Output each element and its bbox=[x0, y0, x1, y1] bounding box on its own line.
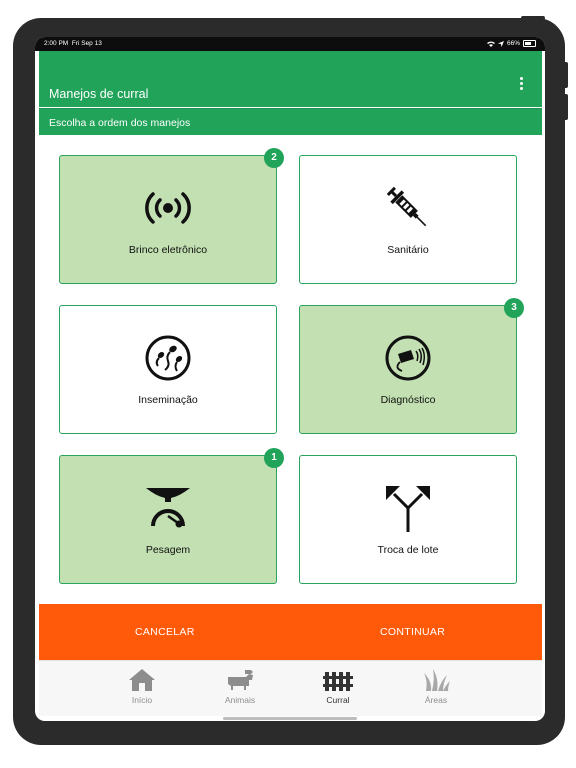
nav-label: Animais bbox=[224, 695, 256, 705]
battery-icon bbox=[523, 40, 536, 47]
card-sanitario[interactable]: Sanitário bbox=[299, 155, 517, 284]
card-pesagem[interactable]: 1 Pesagem bbox=[59, 448, 284, 584]
continue-button[interactable]: CONTINUAR bbox=[380, 626, 445, 638]
location-icon bbox=[497, 40, 504, 47]
card-label: Pesagem bbox=[145, 544, 191, 556]
grass-icon bbox=[424, 669, 450, 691]
animals-icon bbox=[228, 670, 253, 690]
card-diagnostico[interactable]: 3 Diagnóstico bbox=[299, 298, 524, 434]
volume-up-button bbox=[563, 62, 568, 88]
ultrasound-probe-icon bbox=[385, 335, 431, 381]
volume-down-button bbox=[563, 94, 568, 120]
nav-label: Início bbox=[131, 695, 153, 705]
power-button bbox=[521, 16, 545, 20]
screen: 2:00 PM Fri Sep 13 66% Manejos de curral… bbox=[35, 37, 545, 721]
status-time-date: 2:00 PM Fri Sep 13 bbox=[44, 40, 102, 47]
nav-label: Curral bbox=[326, 695, 350, 705]
action-bar: CANCELAR CONTINUAR bbox=[39, 604, 542, 660]
nav-label: Áreas bbox=[424, 695, 448, 705]
nav-item-curral[interactable]: Curral bbox=[303, 667, 373, 705]
rfid-signal-icon bbox=[145, 192, 191, 224]
card-label: Diagnóstico bbox=[380, 394, 436, 406]
page-title: Manejos de curral bbox=[49, 87, 149, 101]
house-icon bbox=[129, 669, 155, 691]
card-brinco-eletronico[interactable]: 2 Brinco eletrônico bbox=[59, 148, 284, 284]
order-badge: 1 bbox=[264, 448, 284, 468]
app-bar: Manejos de curral bbox=[39, 51, 542, 107]
wifi-icon bbox=[486, 41, 495, 47]
card-label: Troca de lote bbox=[377, 544, 439, 556]
handling-grid: 2 Brinco eletrônico Sanitário Inseminaçã… bbox=[39, 135, 542, 603]
status-date: Fri Sep 13 bbox=[71, 40, 102, 47]
status-time: 2:00 PM bbox=[44, 40, 69, 47]
status-indicators: 66% bbox=[486, 40, 536, 47]
battery-percent: 66% bbox=[506, 40, 520, 47]
card-label: Sanitário bbox=[387, 244, 429, 256]
card-label: Inseminação bbox=[138, 394, 198, 406]
syringe-icon bbox=[386, 186, 427, 227]
sperm-icon bbox=[145, 335, 191, 381]
order-badge: 2 bbox=[264, 148, 284, 168]
nav-item-inicio[interactable]: Início bbox=[107, 667, 177, 705]
home-indicator bbox=[223, 717, 357, 720]
page-subtitle: Escolha a ordem dos manejos bbox=[49, 117, 191, 129]
nav-item-animais[interactable]: Animais bbox=[205, 667, 275, 705]
card-troca-de-lote[interactable]: Troca de lote bbox=[299, 455, 517, 584]
fence-icon bbox=[323, 672, 353, 691]
status-bar: 2:00 PM Fri Sep 13 66% bbox=[35, 37, 545, 51]
order-badge: 3 bbox=[504, 298, 524, 318]
split-arrows-icon bbox=[386, 486, 430, 532]
subtitle-bar: Escolha a ordem dos manejos bbox=[39, 108, 542, 135]
nav-item-areas[interactable]: Áreas bbox=[401, 667, 471, 705]
card-label: Brinco eletrônico bbox=[128, 244, 208, 256]
bottom-nav: Início Animais Curral Áreas bbox=[39, 660, 542, 716]
scale-icon bbox=[146, 488, 190, 528]
more-vert-icon[interactable] bbox=[520, 77, 524, 93]
cancel-button[interactable]: CANCELAR bbox=[135, 626, 195, 638]
card-inseminacao[interactable]: Inseminação bbox=[59, 305, 277, 434]
